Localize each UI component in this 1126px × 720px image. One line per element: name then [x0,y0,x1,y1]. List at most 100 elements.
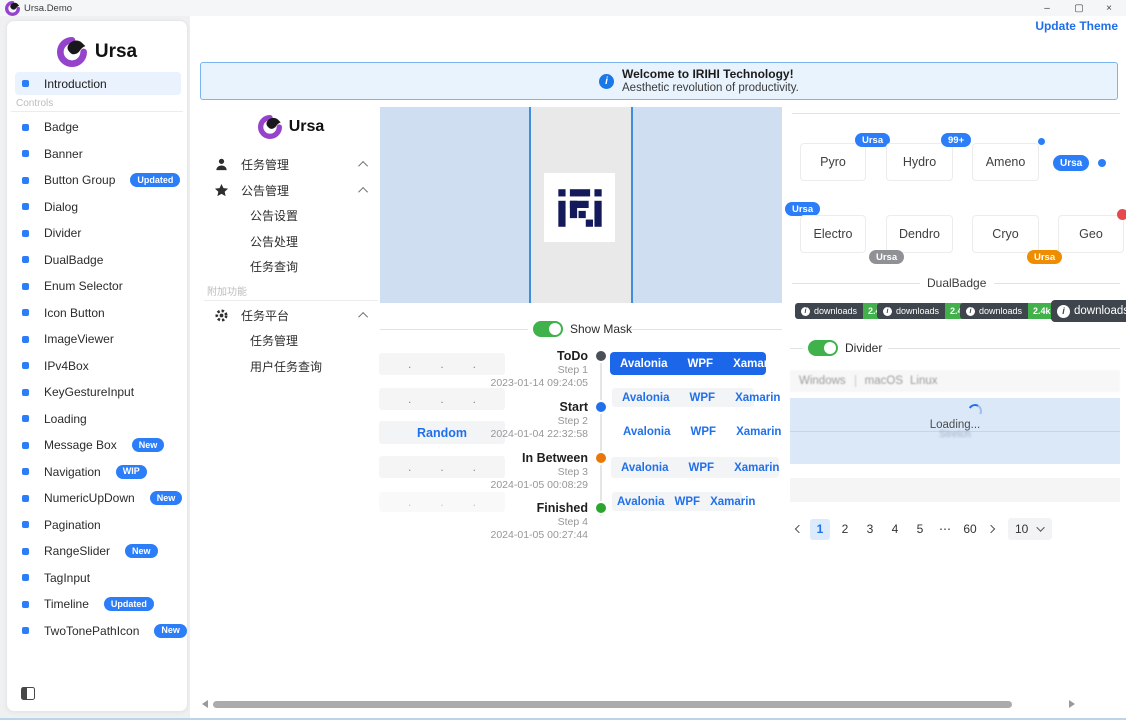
wpf-button[interactable]: WPF [680,392,726,404]
sidebar-item[interactable]: TwoTonePathIcon New [7,618,189,645]
menu-subitem-task-management[interactable]: 任务管理 [202,328,380,354]
avalonia-button[interactable]: Avalonia [613,426,681,438]
menu-subitem-announcement-handling[interactable]: 公告处理 [202,229,380,255]
dual-badge-label: downloads [979,306,1022,316]
wpf-button[interactable]: WPF [679,462,725,474]
card-label: Geo [1079,227,1103,241]
timeline-step: Step 2 [420,415,588,428]
xamarin-button[interactable]: Xamarin [723,358,788,370]
welcome-banner: i Welcome to IRIHI Technology! Aesthetic… [200,62,1118,100]
divider-toggle[interactable] [808,340,838,356]
viewer-mask-handle[interactable] [529,107,531,303]
sidebar-item[interactable]: Banner [7,141,189,168]
menu-item-task-management[interactable]: 任务管理 [202,152,380,178]
bullet-icon [22,601,29,608]
xamarin-button[interactable]: Xamarin [725,392,790,404]
chevron-up-icon[interactable] [358,312,368,322]
app-window: Ursa.Demo – ▢ × Ursa Introduction Contro… [0,0,1126,720]
sidebar-item[interactable]: Navigation WIP [7,459,189,486]
sidebar-item-label: Message Box [44,438,117,452]
sidebar-item-label: Loading [44,412,87,426]
sidebar: Ursa Introduction Controls Badge Banner … [6,20,188,712]
sidebar-item-label: ImageViewer [44,332,114,346]
sidebar-item[interactable]: ImageViewer [7,326,189,353]
image-viewer[interactable] [380,107,782,303]
sidebar-item[interactable]: KeyGestureInput [7,379,189,406]
next-page-icon[interactable] [987,525,995,533]
page-number[interactable]: ⋯ [935,519,955,540]
wpf-button[interactable]: WPF [681,426,727,438]
page-number[interactable]: 2 [835,519,855,540]
sidebar-item-introduction[interactable]: Introduction [15,72,181,95]
badge-card-electro: Electro [800,215,866,253]
menu-subitem-user-task-query[interactable]: 用户任务查询 [202,354,380,380]
inner-navigation-menu: Ursa 任务管理 公告管理 公告设置 公告处理 任务查询 附加功能 [202,108,380,379]
timeline-step: Step 3 [420,466,588,479]
sidebar-item[interactable]: Divider [7,220,189,247]
ursa-badge-gray: Ursa [869,250,904,264]
badge-card-pyro: Pyro [800,143,866,181]
sidebar-item[interactable]: Pagination [7,512,189,539]
menu-subitem-announcement-settings[interactable]: 公告设置 [202,203,380,229]
bullet-icon [22,309,29,316]
wpf-button[interactable]: WPF [678,358,724,370]
page-number[interactable]: 4 [885,519,905,540]
scroll-left-icon[interactable] [202,700,208,708]
sidebar-item[interactable]: TagInput [7,565,189,592]
bullet-icon [22,80,29,87]
inner-menu-logo-text: Ursa [289,118,325,136]
sidebar-item[interactable]: Loading [7,406,189,433]
wpf-button[interactable]: WPF [670,496,706,508]
xamarin-button[interactable]: Xamarin [724,462,789,474]
horizontal-scrollbar[interactable] [213,701,1012,708]
page-number[interactable]: 5 [910,519,930,540]
sidebar-item[interactable]: Message Box New [7,432,189,459]
xamarin-button[interactable]: Xamarin [705,496,760,508]
collapse-sidebar-icon[interactable] [21,687,35,700]
button-group-solid: Avalonia WPF Xamarin [610,352,766,375]
sidebar-item[interactable]: Icon Button [7,300,189,327]
sidebar-item[interactable]: Dialog [7,194,189,221]
card-label: Electro [814,227,853,241]
show-mask-toggle[interactable] [533,321,563,337]
show-mask-label: Show Mask [570,322,632,336]
menu-subitem-task-query[interactable]: 任务查询 [202,254,380,280]
page-number[interactable]: 3 [860,519,880,540]
sidebar-item[interactable]: Timeline Updated [7,591,189,618]
viewer-mask-handle[interactable] [631,107,633,303]
menu-item-announcement-management[interactable]: 公告管理 [202,178,380,204]
menu-item-label: 任务平台 [241,307,289,324]
sidebar-item-label: TagInput [44,571,90,585]
avalonia-button[interactable]: Avalonia [612,392,680,404]
skeleton-bar [790,478,1120,502]
chevron-up-icon[interactable] [358,161,368,171]
menu-item-task-platform[interactable]: 任务平台 [202,303,380,329]
timeline-timestamp: 2024-01-04 22:32:58 [420,428,588,441]
avalonia-button[interactable]: Avalonia [611,462,679,474]
sidebar-item[interactable]: NumericUpDown New [7,485,189,512]
sidebar-item-list: Badge Banner Button Group Updated Dialog… [7,114,189,644]
scroll-right-icon[interactable] [1069,700,1075,708]
previous-page-icon[interactable] [795,525,803,533]
minimize-button[interactable]: – [1032,0,1062,16]
maximize-button[interactable]: ▢ [1064,0,1094,16]
sidebar-item[interactable]: Badge [7,114,189,141]
timeline-step: Step 1 [420,364,588,377]
sidebar-item[interactable]: DualBadge [7,247,189,274]
xamarin-button[interactable]: Xamarin [726,426,791,438]
page-size-dropdown[interactable]: 10 [1008,518,1052,540]
avalonia-button[interactable]: Avalonia [610,358,678,370]
close-button[interactable]: × [1094,0,1124,16]
sidebar-item[interactable]: Enum Selector [7,273,189,300]
bullet-icon [22,468,29,475]
chevron-up-icon[interactable] [358,187,368,197]
update-theme-button[interactable]: Update Theme [1035,19,1118,33]
dual-badge-label: downloads [1074,305,1126,317]
sidebar-item[interactable]: Button Group Updated [7,167,189,194]
sidebar-item[interactable]: IPv4Box [7,353,189,380]
page-number[interactable]: 60 [960,519,980,540]
timeline-item: ToDo Step 1 2023-01-14 09:24:05 [420,348,588,399]
sidebar-item[interactable]: RangeSlider New [7,538,189,565]
avalonia-button[interactable]: Avalonia [612,496,670,508]
page-number[interactable]: 1 [810,519,830,540]
